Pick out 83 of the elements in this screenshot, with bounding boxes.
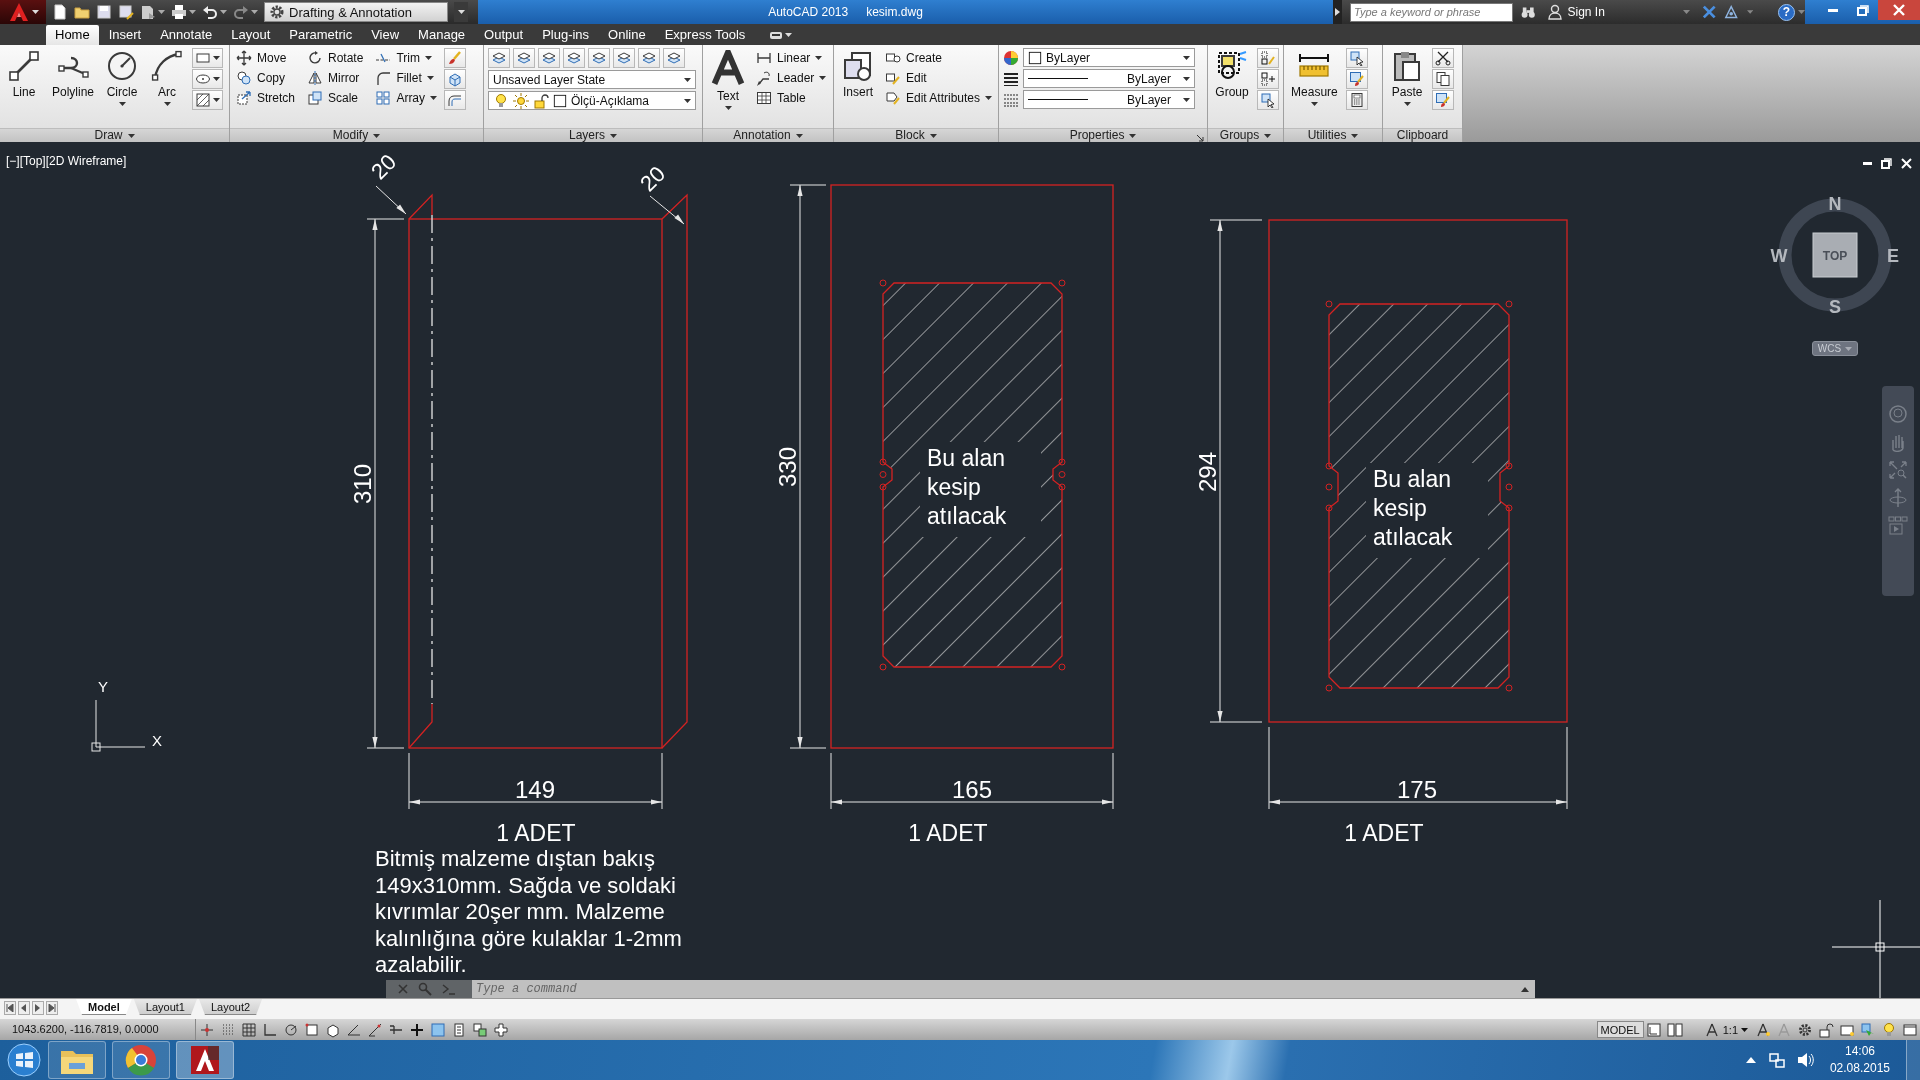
- dropdown-field[interactable]: Unsaved Layer State: [488, 70, 696, 89]
- annotation-scale-dropdown[interactable]: 1:1: [1699, 1021, 1752, 1038]
- axis-label: Y: [98, 678, 108, 695]
- panel-title[interactable]: Clipboard: [1383, 128, 1463, 142]
- tool-button[interactable]: Fillet: [373, 68, 440, 88]
- tool-button[interactable]: Table: [754, 88, 829, 108]
- dropdown-field[interactable]: Ölçü-Açıklama: [488, 91, 696, 110]
- quantity-label: 1 ADET: [496, 820, 576, 846]
- layout-tab[interactable]: Layout2: [198, 999, 263, 1015]
- ribbon-tab[interactable]: View: [362, 25, 409, 45]
- ribbon-tab[interactable]: Output: [475, 25, 533, 45]
- cutout-label: Bu alan kesip atılacak: [927, 445, 1007, 529]
- tool-button[interactable]: Scale: [305, 88, 366, 108]
- dimension-text: 149: [515, 776, 555, 803]
- cutout-label: Bu alan kesip atılacak: [1373, 466, 1453, 550]
- axis-label: X: [152, 732, 162, 749]
- clock[interactable]: 14:06 02.08.2015: [1825, 1043, 1894, 1077]
- note-text: Bitmiş malzeme dıştan bakış 149x310mm. Sağda ve soldaki kıvrımlar 20şer mm. Malzeme kalınlığına göre kulaklar 1-2mm azalabilir.: [375, 846, 682, 977]
- ribbon-tab[interactable]: Parametric: [280, 25, 362, 45]
- panel-title[interactable]: Layers: [484, 128, 702, 142]
- viewport-controls-label[interactable]: [−][Top][2D Wireframe]: [6, 154, 127, 168]
- tool-button[interactable]: Paste: [1387, 48, 1428, 108]
- tool-button[interactable]: Linear: [754, 48, 829, 68]
- ribbon-tab[interactable]: Annotate: [151, 25, 222, 45]
- tool-button[interactable]: Measure: [1288, 48, 1341, 108]
- dropdown-field[interactable]: ByLayer: [1023, 69, 1196, 88]
- app-title: AutoCAD 2013: [768, 5, 849, 19]
- tool-button[interactable]: Edit Attributes: [883, 88, 995, 108]
- compass-label[interactable]: W: [1770, 246, 1788, 266]
- compass-label[interactable]: E: [1887, 246, 1899, 266]
- tool-button[interactable]: Mirror: [305, 68, 366, 88]
- dimension-text: 20: [635, 161, 671, 197]
- panel-title[interactable]: Annotation: [703, 128, 833, 142]
- panel-title[interactable]: Block: [834, 128, 999, 142]
- tool-button[interactable]: Edit: [883, 68, 995, 88]
- compass-label[interactable]: N: [1828, 194, 1842, 214]
- model-tab[interactable]: Model: [76, 999, 132, 1015]
- ribbon-tab[interactable]: Plug-ins: [533, 25, 599, 45]
- ribbon-tab[interactable]: Express Tools: [655, 25, 755, 45]
- dimension-text: 175: [1397, 776, 1437, 803]
- panel-title[interactable]: Modify: [230, 128, 483, 142]
- tool-button[interactable]: Text: [707, 48, 749, 112]
- dimension-text: 165: [952, 776, 992, 803]
- panel-title[interactable]: Utilities: [1284, 128, 1383, 142]
- layout-tab[interactable]: Layout1: [133, 999, 197, 1015]
- ribbon-tab[interactable]: Online: [599, 25, 655, 45]
- tool-button[interactable]: Trim: [373, 48, 440, 68]
- tool-button[interactable]: Create: [883, 48, 995, 68]
- tool-button[interactable]: Stretch: [234, 88, 297, 108]
- ribbon-tab[interactable]: Home: [46, 25, 99, 45]
- sign-in-button[interactable]: Sign In: [1543, 4, 1694, 20]
- compass-label[interactable]: S: [1829, 297, 1841, 317]
- panel-title[interactable]: Properties: [999, 128, 1208, 142]
- tool-button[interactable]: Leader: [754, 68, 829, 88]
- dimension-text: 330: [774, 447, 802, 487]
- dimension-text: 294: [1194, 452, 1222, 492]
- tool-button[interactable]: Group: [1212, 48, 1253, 101]
- dimension-text: 310: [349, 464, 377, 504]
- tool-button[interactable]: Rotate: [305, 48, 366, 68]
- dropdown-field[interactable]: ByLayer: [1023, 90, 1196, 109]
- panel-title[interactable]: Draw: [0, 128, 229, 142]
- tool-button[interactable]: Line: [4, 48, 44, 101]
- dimension-text: 20: [366, 149, 402, 185]
- quantity-label: 1 ADET: [1344, 820, 1424, 846]
- tool-button[interactable]: Array: [373, 88, 440, 108]
- search-field[interactable]: Type a keyword or phrase: [1350, 2, 1514, 22]
- dropdown-field[interactable]: ByLayer: [1023, 48, 1196, 67]
- tool-button[interactable]: Arc: [147, 48, 188, 108]
- ribbon-tab[interactable]: Layout: [222, 25, 280, 45]
- ribbon-tab[interactable]: Insert: [99, 25, 151, 45]
- command-line-field[interactable]: Type a command: [472, 980, 1515, 998]
- file-name: kesim.dwg: [866, 5, 923, 19]
- tool-button[interactable]: Move: [234, 48, 297, 68]
- ribbon-tab[interactable]: Manage: [409, 25, 475, 45]
- model-space-button[interactable]: MODEL: [1596, 1021, 1644, 1038]
- panel-title[interactable]: Groups: [1208, 128, 1284, 142]
- quantity-label: 1 ADET: [908, 820, 988, 846]
- tool-button[interactable]: Insert: [838, 48, 878, 101]
- tool-button[interactable]: Circle: [102, 48, 143, 108]
- tool-button[interactable]: Polyline: [49, 48, 98, 101]
- viewcube-face-label: TOP: [1822, 249, 1848, 263]
- workspace-dropdown[interactable]: Drafting & Annotation: [264, 2, 448, 22]
- tool-button[interactable]: Copy: [234, 68, 297, 88]
